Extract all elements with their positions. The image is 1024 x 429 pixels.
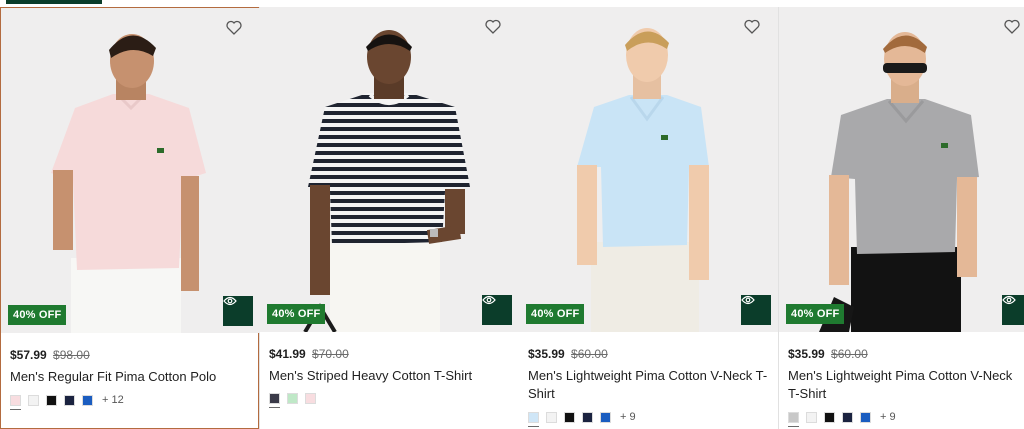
sale-price: $35.99 xyxy=(788,347,825,361)
color-swatch[interactable] xyxy=(46,394,57,406)
color-swatches: + 12 xyxy=(10,394,124,410)
quick-view-button[interactable] xyxy=(223,296,253,326)
product-image[interactable]: 40% OFF xyxy=(519,7,778,332)
original-price: $60.00 xyxy=(831,347,868,361)
more-colors-count[interactable]: + 12 xyxy=(102,394,124,406)
color-swatch[interactable] xyxy=(582,411,593,423)
price-row: $41.99 $70.00 xyxy=(269,346,511,362)
price-row: $57.99 $98.00 xyxy=(10,347,250,363)
original-price: $98.00 xyxy=(53,348,90,362)
product-info: $35.99 $60.00 Men's Lightweight Pima Cot… xyxy=(788,346,1016,403)
original-price: $70.00 xyxy=(312,347,349,361)
price-row: $35.99 $60.00 xyxy=(528,346,770,362)
color-swatch[interactable] xyxy=(824,411,835,423)
color-swatch[interactable] xyxy=(860,411,871,423)
wishlist-heart-icon[interactable] xyxy=(1004,19,1024,39)
color-swatch[interactable] xyxy=(305,393,316,404)
wishlist-heart-icon[interactable] xyxy=(744,19,764,39)
color-swatch[interactable] xyxy=(10,394,21,410)
product-name[interactable]: Men's Lightweight Pima Cotton V-Neck T-S… xyxy=(528,367,770,403)
color-swatch[interactable] xyxy=(28,394,39,406)
quick-view-button[interactable] xyxy=(482,295,512,325)
product-grid: 40% OFF $57.99 $98.00 Men's Regular Fit … xyxy=(0,7,1024,429)
color-swatch[interactable] xyxy=(564,411,575,423)
eye-icon xyxy=(741,295,755,305)
discount-badge: 40% OFF xyxy=(526,304,585,324)
sale-price: $57.99 xyxy=(10,348,47,362)
product-image[interactable]: 40% OFF xyxy=(779,7,1024,332)
eye-icon xyxy=(1002,295,1016,305)
product-card[interactable]: 40% OFF $35.99 $60.00 Men's Lightweight … xyxy=(519,7,778,429)
price-row: $35.99 $60.00 xyxy=(788,346,1016,362)
product-image[interactable]: 40% OFF xyxy=(260,7,519,332)
discount-badge: 40% OFF xyxy=(267,304,326,324)
color-swatch[interactable] xyxy=(788,411,799,427)
color-swatch[interactable] xyxy=(528,411,539,427)
more-colors-count[interactable]: + 9 xyxy=(620,411,636,423)
product-image[interactable]: 40% OFF xyxy=(1,8,260,333)
product-card[interactable]: 40% OFF $41.99 $70.00 Men's Striped Heav… xyxy=(260,7,519,429)
more-colors-count[interactable]: + 9 xyxy=(880,411,896,423)
discount-badge: 40% OFF xyxy=(8,305,67,325)
eye-icon xyxy=(223,296,237,306)
product-card[interactable]: 40% OFF $35.99 $60.00 Men's Lightweight … xyxy=(779,7,1024,429)
color-swatch[interactable] xyxy=(287,393,298,404)
product-card[interactable]: 40% OFF $57.99 $98.00 Men's Regular Fit … xyxy=(0,7,260,429)
color-swatch[interactable] xyxy=(600,411,611,423)
wishlist-heart-icon[interactable] xyxy=(485,19,505,39)
product-name[interactable]: Men's Regular Fit Pima Cotton Polo xyxy=(10,368,250,386)
product-info: $41.99 $70.00 Men's Striped Heavy Cotton… xyxy=(269,346,511,385)
product-info: $35.99 $60.00 Men's Lightweight Pima Cot… xyxy=(528,346,770,403)
sale-price: $35.99 xyxy=(528,347,565,361)
color-swatch[interactable] xyxy=(842,411,853,423)
product-info: $57.99 $98.00 Men's Regular Fit Pima Cot… xyxy=(10,347,250,386)
discount-badge: 40% OFF xyxy=(786,304,845,324)
product-name[interactable]: Men's Lightweight Pima Cotton V-Neck T-S… xyxy=(788,367,1016,403)
color-swatch[interactable] xyxy=(269,393,280,408)
color-swatches xyxy=(269,393,323,408)
wishlist-heart-icon[interactable] xyxy=(226,20,246,40)
color-swatch[interactable] xyxy=(64,394,75,406)
color-swatches: + 9 xyxy=(528,411,636,427)
sale-price: $41.99 xyxy=(269,347,306,361)
product-name[interactable]: Men's Striped Heavy Cotton T-Shirt xyxy=(269,367,511,385)
color-swatch[interactable] xyxy=(546,411,557,423)
top-tab-indicator xyxy=(6,0,102,4)
color-swatch[interactable] xyxy=(82,394,93,406)
original-price: $60.00 xyxy=(571,347,608,361)
quick-view-button[interactable] xyxy=(741,295,771,325)
color-swatches: + 9 xyxy=(788,411,896,427)
eye-icon xyxy=(482,295,496,305)
quick-view-button[interactable] xyxy=(1002,295,1024,325)
color-swatch[interactable] xyxy=(806,411,817,423)
